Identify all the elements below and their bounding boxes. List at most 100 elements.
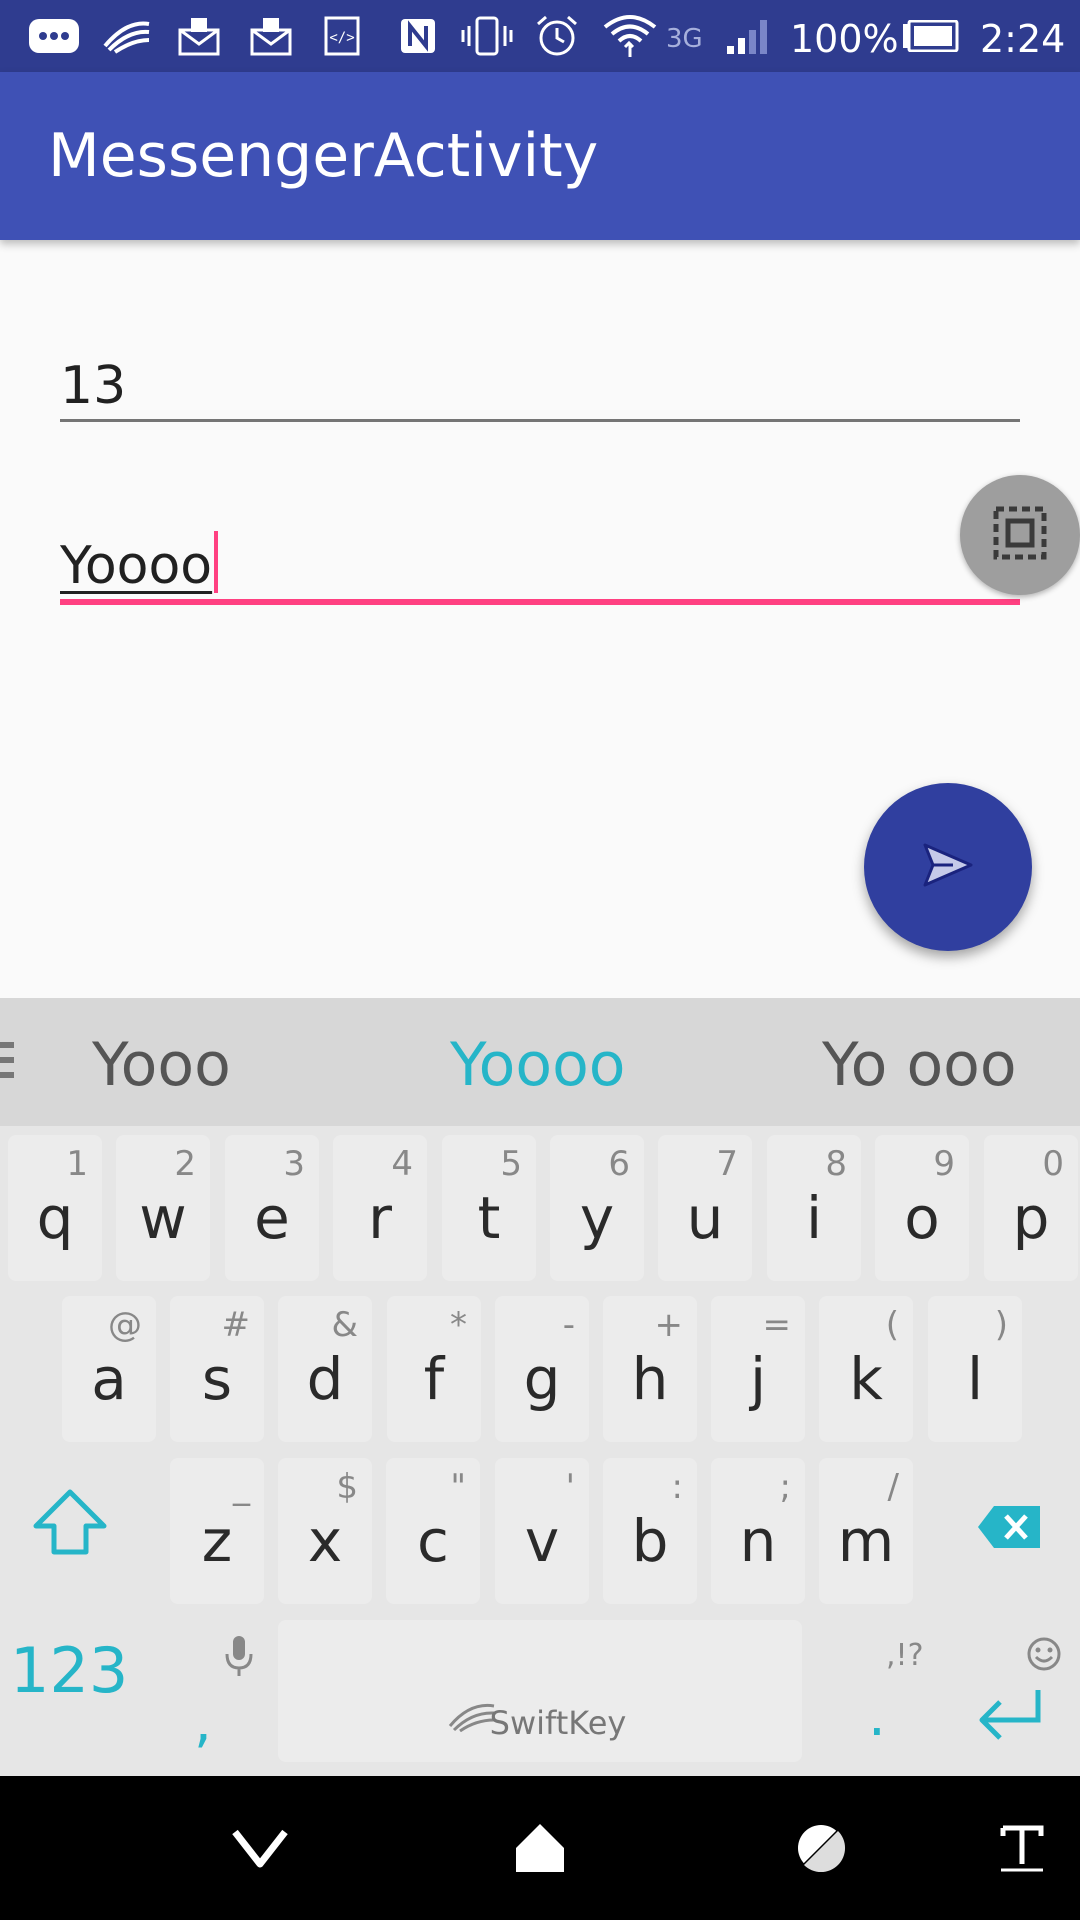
message-field[interactable]: Yoooo — [60, 525, 1020, 605]
period-key[interactable]: . — [868, 1684, 886, 1749]
key-letter: r — [368, 1184, 392, 1252]
network-type: 3G — [666, 24, 703, 54]
comma-key[interactable]: , — [194, 1690, 212, 1755]
recipient-field[interactable]: 13 — [60, 350, 1020, 422]
key-hint: + — [654, 1305, 684, 1345]
key-z[interactable]: _ z — [170, 1458, 264, 1604]
enter-icon[interactable] — [974, 1686, 1044, 1751]
screenshot-select-button[interactable] — [960, 475, 1080, 595]
numbers-key[interactable]: 123 — [10, 1634, 128, 1707]
key-hint: " — [450, 1467, 466, 1507]
key-s[interactable]: # s — [170, 1296, 264, 1442]
swiftkey-keyboard: Yooo Yoooo Yo ooo 1 q 2 w 3 e 4 r 5 t 6 y 7 u 8 i 9 o 0 p @ a… — [0, 998, 1080, 1776]
gmail-icon — [248, 14, 294, 58]
key-p[interactable]: 0p — [984, 1135, 1078, 1281]
key-letter: n — [739, 1507, 777, 1575]
suggestion-right[interactable]: Yo ooo — [822, 998, 1017, 1126]
key-letter: c — [417, 1507, 449, 1575]
key-r[interactable]: 4r — [333, 1135, 427, 1281]
key-hint: @ — [108, 1305, 142, 1345]
send-button[interactable] — [864, 783, 1032, 951]
key-m[interactable]: / m — [819, 1458, 913, 1604]
battery-icon — [902, 14, 960, 58]
key-a[interactable]: @ a — [62, 1296, 156, 1442]
key-y[interactable]: 6y — [550, 1135, 644, 1281]
key-hint: 0 — [1042, 1144, 1064, 1184]
key-hint: 3 — [283, 1144, 305, 1184]
key-q[interactable]: 1q — [8, 1135, 102, 1281]
shift-icon[interactable] — [30, 1488, 110, 1563]
key-hint: # — [221, 1305, 251, 1345]
send-icon — [923, 843, 973, 892]
alarm-icon — [532, 14, 582, 58]
back-icon[interactable] — [228, 1804, 292, 1892]
key-g[interactable]: -g — [495, 1296, 589, 1442]
key-letter: q — [36, 1184, 74, 1252]
key-v[interactable]: ' v — [495, 1458, 589, 1604]
home-icon[interactable] — [512, 1804, 568, 1892]
screenshot-select-icon — [992, 505, 1048, 566]
key-hint: * — [450, 1305, 467, 1345]
space-key[interactable]: SwiftKey — [278, 1620, 802, 1762]
microphone-icon — [222, 1634, 256, 1683]
text-cursor — [214, 531, 219, 593]
key-letter: u — [686, 1184, 724, 1252]
key-f[interactable]: * f — [387, 1296, 481, 1442]
key-hint: ' — [565, 1467, 575, 1507]
key-letter: e — [254, 1184, 290, 1252]
key-letter: l — [966, 1345, 984, 1413]
status-bar: </> 3G 100% 2:24 — [0, 0, 1080, 72]
app-bar: MessengerActivity — [0, 72, 1080, 240]
key-w[interactable]: 2w — [116, 1135, 210, 1281]
key-o[interactable]: 9o — [875, 1135, 969, 1281]
key-l[interactable]: ) l — [928, 1296, 1022, 1442]
key-j[interactable]: = j — [711, 1296, 805, 1442]
key-k[interactable]: (k — [819, 1296, 913, 1442]
menu-handle-icon[interactable] — [0, 1042, 14, 1082]
key-letter: f — [423, 1345, 445, 1413]
key-hint: / — [887, 1467, 899, 1507]
recents-icon[interactable] — [794, 1804, 848, 1892]
key-i[interactable]: 8i — [767, 1135, 861, 1281]
app-title: MessengerActivity — [48, 121, 599, 191]
key-b[interactable]: :b — [603, 1458, 697, 1604]
suggestion-middle[interactable]: Yoooo — [450, 998, 626, 1126]
suggestion-left[interactable]: Yooo — [92, 998, 231, 1126]
emoji-icon[interactable] — [1026, 1636, 1062, 1677]
message-value: Yoooo — [60, 536, 213, 596]
key-h[interactable]: + h — [603, 1296, 697, 1442]
key-hint: _ — [233, 1467, 250, 1507]
key-letter: g — [523, 1345, 561, 1413]
key-hint: $ — [336, 1467, 358, 1507]
key-letter: m — [837, 1507, 895, 1575]
key-letter: p — [1012, 1184, 1050, 1252]
backspace-icon[interactable] — [976, 1504, 1042, 1555]
nfc-icon — [396, 14, 440, 58]
key-letter: x — [307, 1507, 343, 1575]
key-hint: 9 — [933, 1144, 955, 1184]
key-letter: h — [631, 1345, 669, 1413]
key-x[interactable]: $ x — [278, 1458, 372, 1604]
key-t[interactable]: 5t — [442, 1135, 536, 1281]
key-letter: i — [805, 1184, 823, 1252]
key-hint: 2 — [174, 1144, 196, 1184]
key-e[interactable]: 3e — [225, 1135, 319, 1281]
key-hint: : — [671, 1467, 683, 1507]
navigation-bar — [0, 1776, 1080, 1920]
message-value-wrap: Yoooo — [60, 531, 219, 596]
key-n[interactable]: ; n — [711, 1458, 805, 1604]
key-letter: d — [306, 1345, 344, 1413]
clock: 2:24 — [980, 17, 1066, 61]
key-hint: 5 — [500, 1144, 522, 1184]
key-hint: ; — [779, 1467, 791, 1507]
key-d[interactable]: & d — [278, 1296, 372, 1442]
key-u[interactable]: 7u — [658, 1135, 752, 1281]
svg-text:</>: </> — [329, 30, 354, 46]
key-hint: - — [562, 1305, 575, 1345]
more-notifications-icon — [26, 14, 84, 58]
key-hint: 1 — [66, 1144, 88, 1184]
suggestion-bar: Yooo Yoooo Yo ooo — [0, 998, 1080, 1126]
keyboard-switch-icon[interactable] — [996, 1804, 1048, 1892]
key-letter: b — [631, 1507, 669, 1575]
key-c[interactable]: " c — [386, 1458, 480, 1604]
